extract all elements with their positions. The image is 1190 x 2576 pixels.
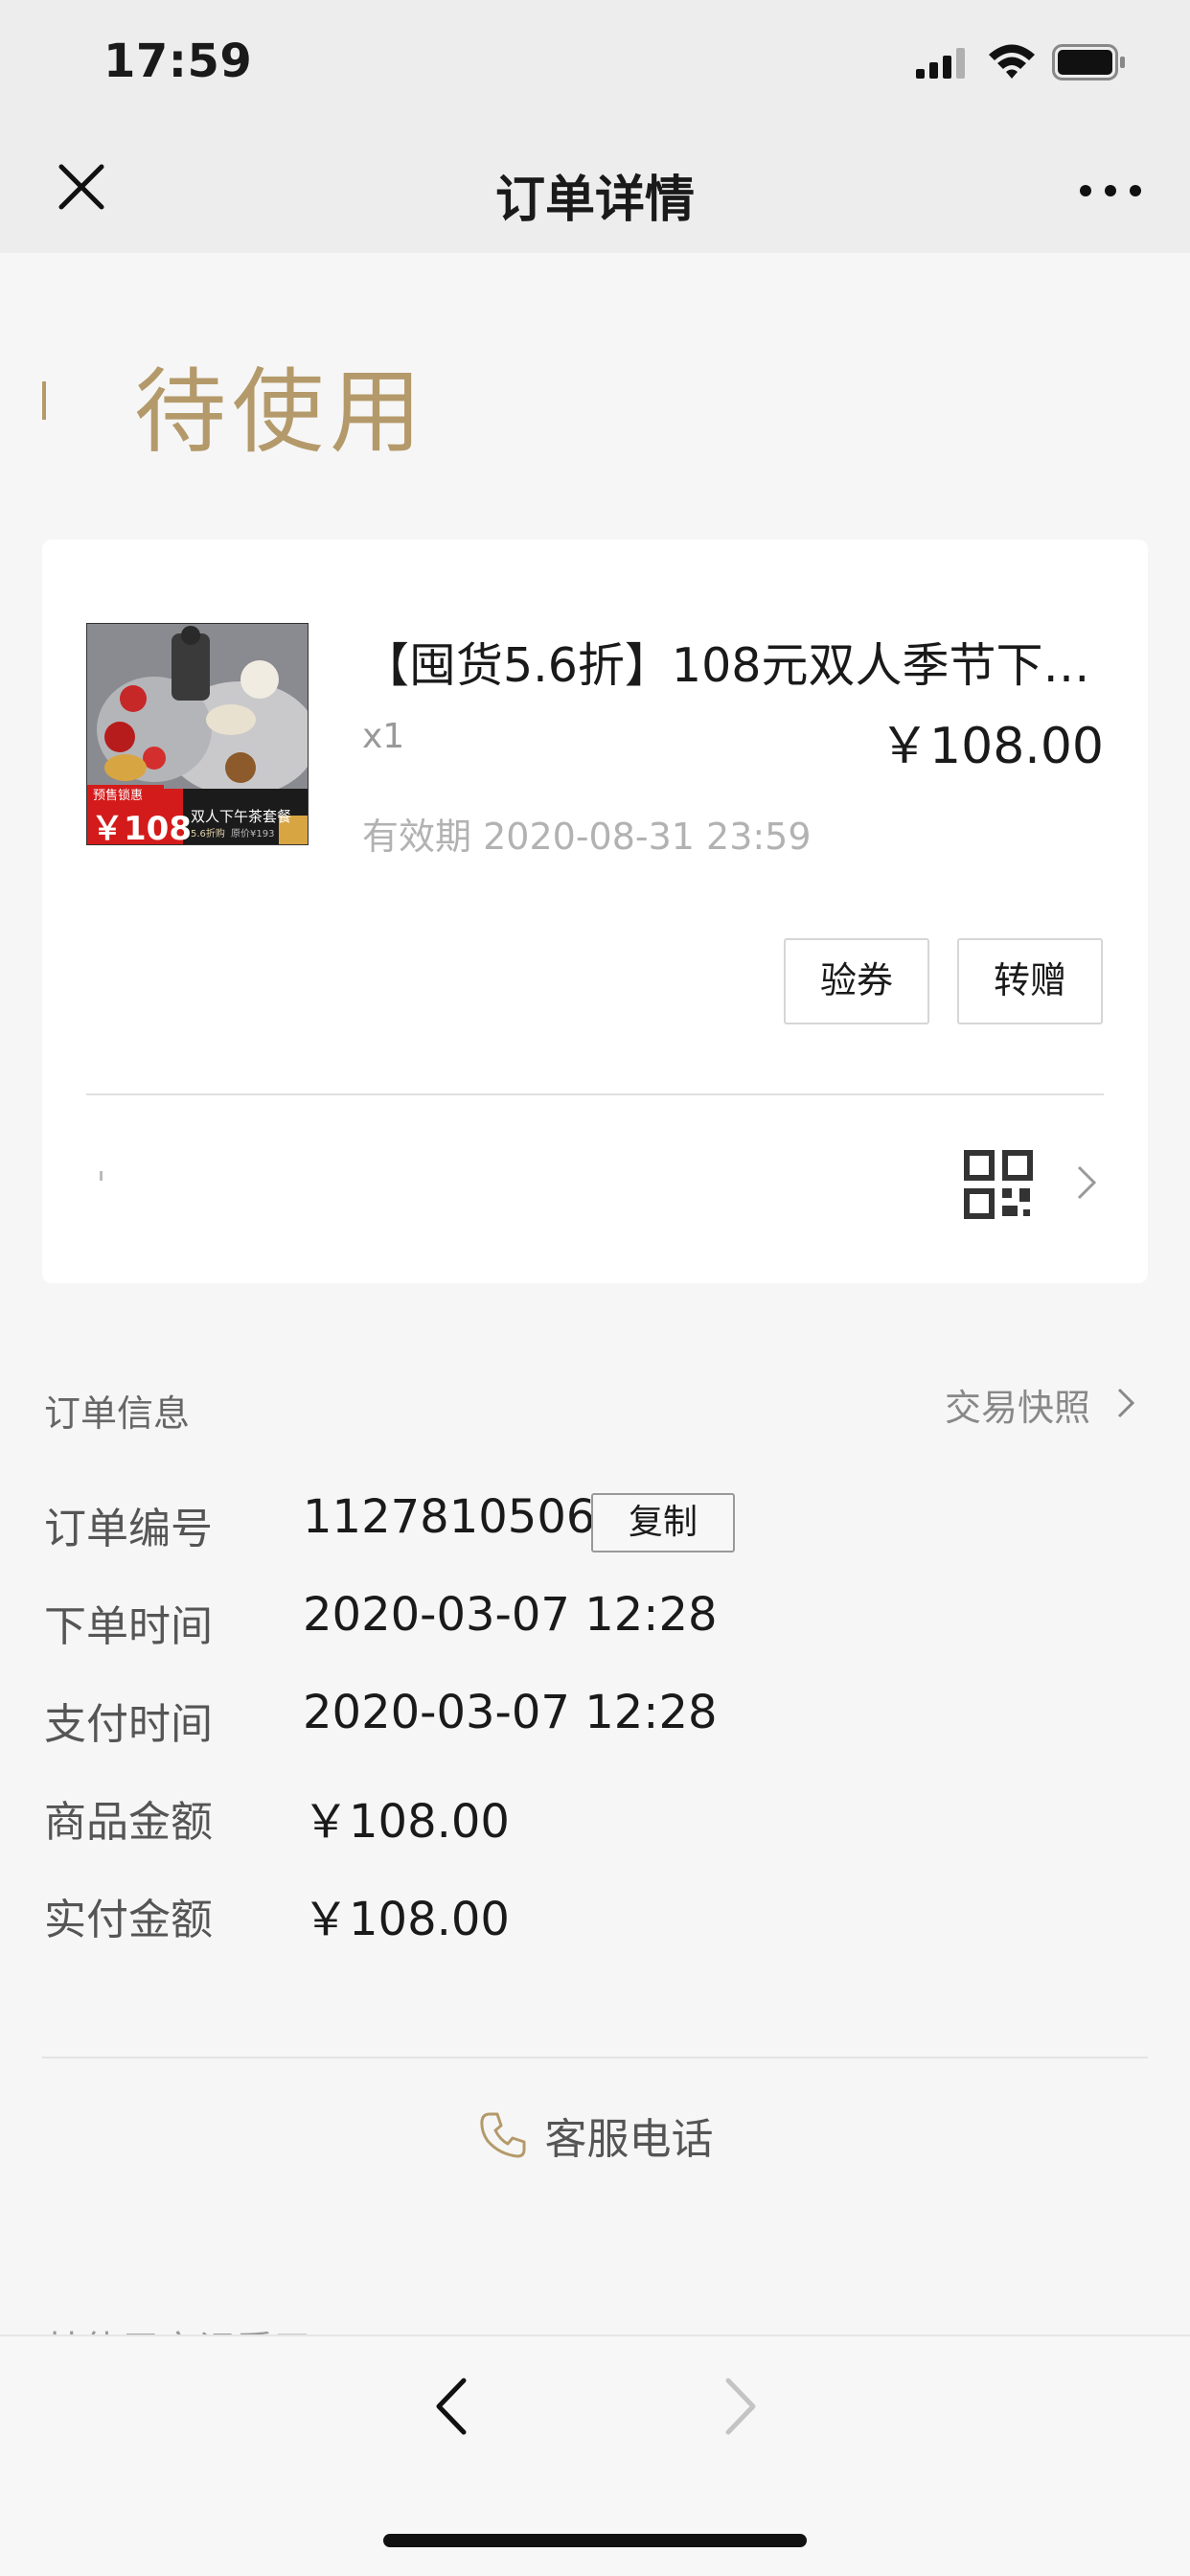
image-badge: 预售锁惠 — [93, 789, 144, 803]
customer-service-phone-link[interactable]: 客服电话 — [0, 2104, 1190, 2166]
payment-time-label: 支付时间 — [44, 1700, 213, 1749]
order-time-label: 下单时间 — [44, 1602, 213, 1651]
goods-amount-value: ￥108.00 — [303, 1795, 510, 1849]
copy-button[interactable]: 复制 — [591, 1493, 735, 1552]
goods-amount-label: 商品金额 — [44, 1798, 213, 1847]
cellular-signal-icon — [916, 48, 965, 79]
card-divider — [86, 1093, 1104, 1095]
qr-code-icon[interactable] — [964, 1150, 1033, 1219]
order-time-value: 2020-03-07 12:28 — [303, 1588, 718, 1642]
battery-icon — [1052, 44, 1125, 80]
validity-date: 2020-08-31 23:59 — [483, 816, 812, 858]
gift-button[interactable]: 转赠 — [957, 938, 1103, 1024]
section-divider — [42, 2057, 1148, 2058]
order-info-title: 订单信息 — [44, 1392, 191, 1435]
page-title: 订单详情 — [494, 172, 695, 229]
payment-time-value: 2020-03-07 12:28 — [303, 1686, 718, 1739]
image-price-tag: ￥108 — [91, 810, 192, 845]
image-caption-sub: 5.6折购 — [191, 829, 225, 840]
trade-snapshot-link[interactable]: 交易快照 — [945, 1378, 1090, 1431]
order-status: 待使用 — [134, 358, 427, 466]
customer-service-label: 客服电话 — [544, 2115, 714, 2164]
status-time: 17:59 — [103, 34, 253, 88]
product-title[interactable]: 【囤货5.6折】108元双人季节下… — [362, 628, 1110, 696]
card-tick-mark — [100, 1171, 103, 1181]
verify-coupon-button[interactable]: 验券 — [784, 938, 929, 1024]
order-number-value: 1127810506 — [303, 1490, 596, 1544]
product-quantity: x1 — [362, 717, 405, 756]
home-indicator[interactable] — [383, 2534, 807, 2547]
forward-arrow-icon[interactable] — [721, 2373, 763, 2440]
image-caption-old-price: 原价¥193 — [231, 829, 275, 840]
order-number-label: 订单编号 — [44, 1505, 213, 1553]
validity-label: 有效期 — [362, 816, 472, 858]
back-arrow-icon[interactable] — [429, 2373, 471, 2440]
phone-icon — [480, 2112, 526, 2158]
paid-amount-label: 实付金额 — [44, 1896, 213, 1944]
product-price: ￥108.00 — [880, 718, 1104, 775]
product-image[interactable]: 预售锁惠 ￥108 双人下午茶套餐 5.6折购 原价¥193 — [86, 623, 309, 845]
more-options-icon[interactable] — [1077, 176, 1144, 205]
wifi-icon — [989, 44, 1035, 79]
image-caption: 双人下午茶套餐 — [191, 808, 292, 825]
chevron-right-icon[interactable] — [1075, 1163, 1098, 1202]
paid-amount-value: ￥108.00 — [303, 1893, 510, 1946]
status-accent-bar — [42, 381, 46, 420]
chevron-right-icon[interactable] — [1115, 1386, 1138, 1420]
validity-text: 有效期 2020-08-31 23:59 — [362, 807, 812, 860]
